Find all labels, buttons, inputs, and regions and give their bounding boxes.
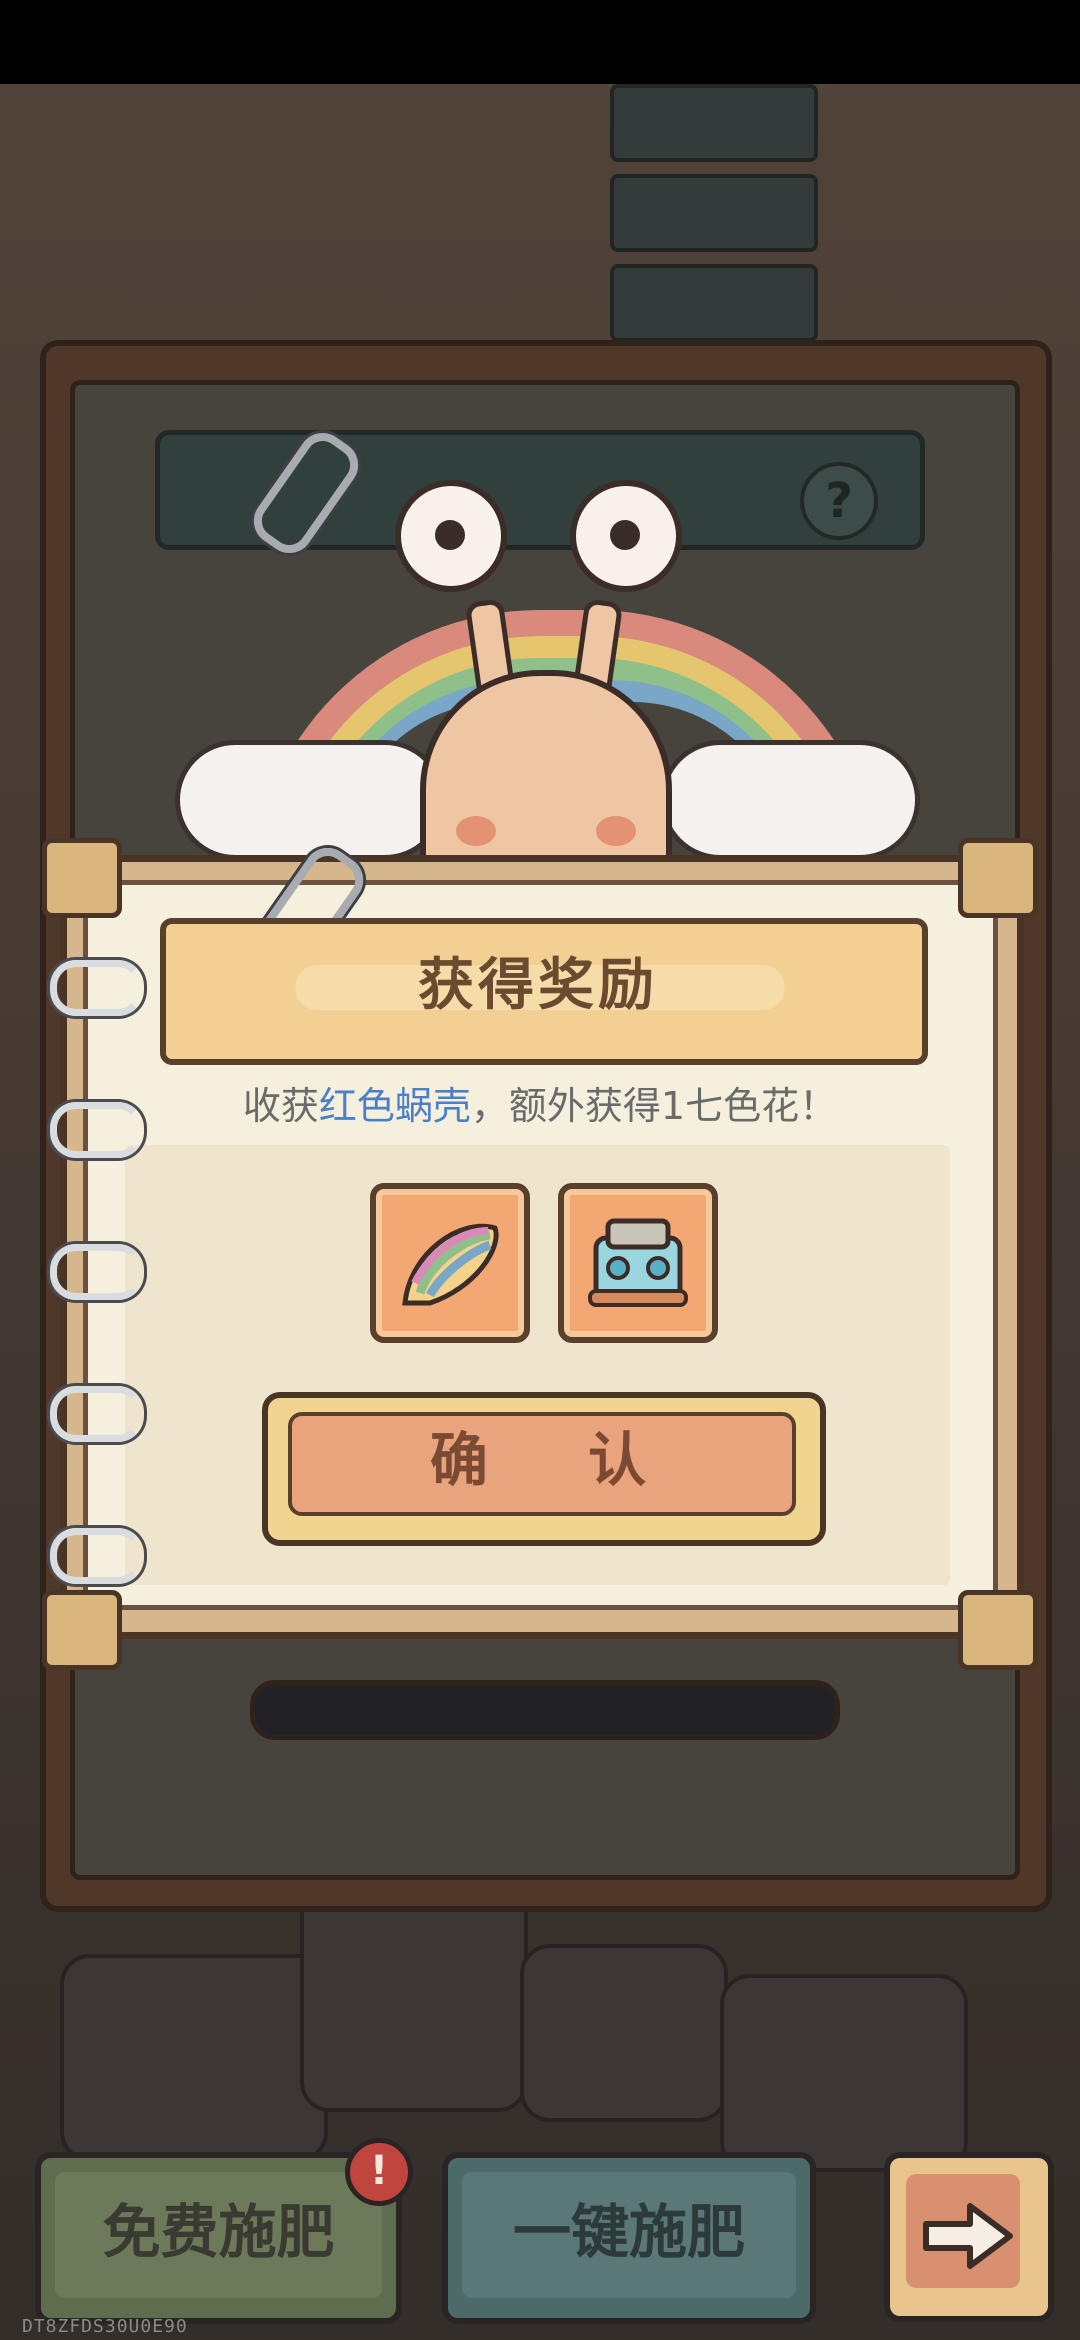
snail-character [395, 480, 682, 922]
reward-item-name: 红色蜗壳 [318, 1084, 471, 1128]
corner-bracket [958, 838, 1038, 918]
alert-badge-icon: ! [345, 2138, 413, 2206]
reward-message: 收获红色蜗壳，额外获得1七色花！ [130, 1078, 950, 1134]
one-key-fertilize-label: 一键施肥 [512, 2198, 745, 2266]
machine-icon [588, 1218, 688, 1307]
dialog-title: 获得奖励 [418, 953, 658, 1018]
reward-suffix: ，额外获得1七色花！ [470, 1084, 838, 1128]
status-bar [0, 0, 1080, 84]
reward-item-slot[interactable] [558, 1183, 718, 1343]
reward-prefix: 收获 [242, 1084, 319, 1128]
arrow-right-icon [923, 2203, 1013, 2269]
one-key-fertilize-button[interactable]: 一键施肥 [442, 2152, 816, 2324]
binder-ring [50, 960, 144, 1016]
confirm-button[interactable]: 确 认 [288, 1412, 788, 1508]
device-id: DT8ZFDS30U0E90 [22, 2316, 188, 2337]
binder-ring [50, 1386, 144, 1442]
next-button[interactable] [884, 2152, 1054, 2322]
corner-bracket [42, 838, 122, 918]
cloud-left [175, 740, 445, 860]
binder-ring [50, 1244, 144, 1300]
reward-item-slot[interactable] [370, 1183, 530, 1343]
free-fertilize-label: 免费施肥 [102, 2198, 335, 2266]
corner-bracket [958, 1590, 1038, 1670]
binder-ring [50, 1528, 144, 1584]
shell-icon [402, 1223, 499, 1306]
cloud-right [660, 740, 920, 860]
corner-bracket [42, 1590, 122, 1670]
